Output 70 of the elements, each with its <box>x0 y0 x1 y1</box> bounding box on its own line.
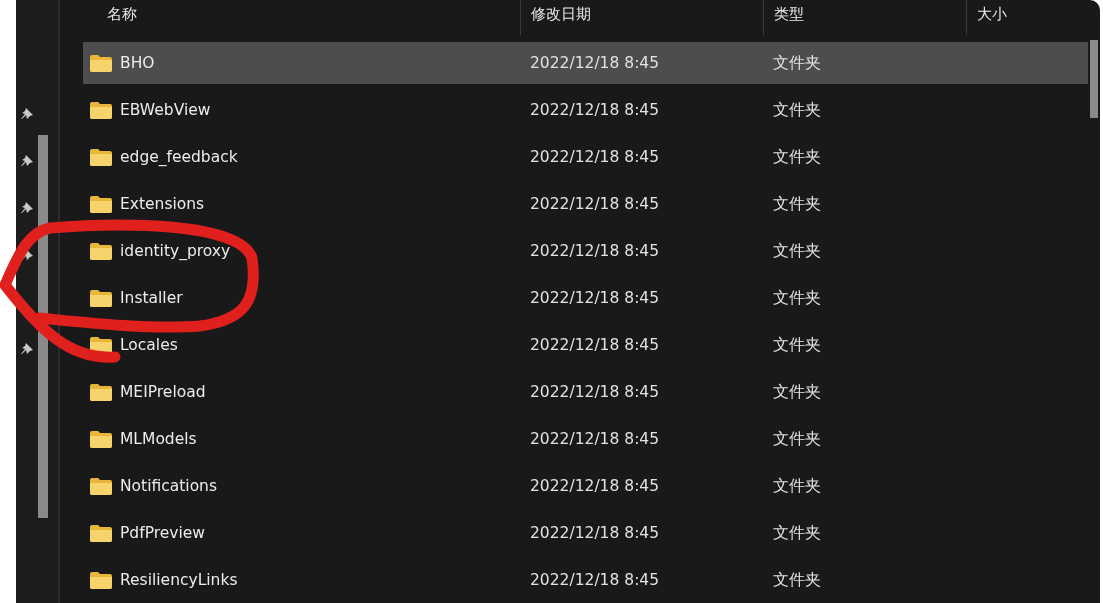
file-row[interactable]: identity_proxy 2022/12/18 8:45 文件夹 <box>83 230 1088 272</box>
file-row[interactable]: BHO 2022/12/18 8:45 文件夹 <box>83 42 1088 84</box>
folder-icon <box>90 148 112 166</box>
pin-icon[interactable] <box>21 154 33 167</box>
file-type: 文件夹 <box>772 569 822 591</box>
file-type: 文件夹 <box>772 381 822 403</box>
file-type: 文件夹 <box>772 146 822 168</box>
file-name: MLModels <box>120 430 197 448</box>
file-type: 文件夹 <box>772 334 822 356</box>
file-type: 文件夹 <box>772 475 822 497</box>
folder-icon <box>90 430 112 448</box>
column-header[interactable]: 大小 <box>966 0 1100 35</box>
modified-date: 2022/12/18 8:45 <box>529 571 661 589</box>
folder-icon <box>90 242 112 260</box>
folder-icon <box>90 101 112 119</box>
column-header[interactable]: 名称 <box>60 0 520 35</box>
file-name: PdfPreview <box>120 524 205 542</box>
file-name: Extensions <box>120 195 205 213</box>
file-type: 文件夹 <box>772 522 822 544</box>
file-name: BHO <box>120 54 155 72</box>
file-row[interactable]: PdfPreview 2022/12/18 8:45 文件夹 <box>83 512 1088 554</box>
modified-date: 2022/12/18 8:45 <box>529 336 661 354</box>
modified-date: 2022/12/18 8:45 <box>529 148 661 166</box>
column-header[interactable]: 修改日期 <box>520 0 763 35</box>
modified-date: 2022/12/18 8:45 <box>529 477 661 495</box>
modified-date: 2022/12/18 8:45 <box>529 524 661 542</box>
folder-icon <box>90 571 112 589</box>
scrollbar-thumb[interactable] <box>1090 40 1098 118</box>
folder-icon <box>90 289 112 307</box>
folder-icon <box>90 195 112 213</box>
file-name: ResiliencyLinks <box>120 571 238 589</box>
modified-date: 2022/12/18 8:45 <box>529 54 661 72</box>
column-header[interactable]: 类型 <box>763 0 966 35</box>
file-type: 文件夹 <box>772 193 822 215</box>
file-row[interactable]: ResiliencyLinks 2022/12/18 8:45 文件夹 <box>83 559 1088 601</box>
modified-date: 2022/12/18 8:45 <box>529 383 661 401</box>
file-row[interactable]: Locales 2022/12/18 8:45 文件夹 <box>83 324 1088 366</box>
file-row[interactable]: Notifications 2022/12/18 8:45 文件夹 <box>83 465 1088 507</box>
modified-date: 2022/12/18 8:45 <box>529 101 661 119</box>
file-name: MEIPreload <box>120 383 206 401</box>
file-row[interactable]: MEIPreload 2022/12/18 8:45 文件夹 <box>83 371 1088 413</box>
modified-date: 2022/12/18 8:45 <box>529 289 661 307</box>
folder-icon <box>90 524 112 542</box>
file-row[interactable]: Extensions 2022/12/18 8:45 文件夹 <box>83 183 1088 225</box>
file-row[interactable]: Installer 2022/12/18 8:45 文件夹 <box>83 277 1088 319</box>
pin-icon[interactable] <box>21 201 33 214</box>
file-row[interactable]: edge_feedback 2022/12/18 8:45 文件夹 <box>83 136 1088 178</box>
folder-icon <box>90 383 112 401</box>
pin-icon[interactable] <box>21 342 33 355</box>
folder-icon <box>90 477 112 495</box>
modified-date: 2022/12/18 8:45 <box>529 430 661 448</box>
file-type: 文件夹 <box>772 99 822 121</box>
file-name: edge_feedback <box>120 148 238 166</box>
file-name: Notifications <box>120 477 217 495</box>
file-type: 文件夹 <box>772 52 822 74</box>
file-name: Locales <box>120 336 178 354</box>
folder-icon <box>90 54 112 72</box>
file-type: 文件夹 <box>772 287 822 309</box>
file-name: EBWebView <box>120 101 211 119</box>
file-type: 文件夹 <box>772 240 822 262</box>
pin-icon[interactable] <box>21 107 33 120</box>
file-row[interactable]: MLModels 2022/12/18 8:45 文件夹 <box>83 418 1088 460</box>
file-name: identity_proxy <box>120 242 231 260</box>
pin-icon[interactable] <box>21 248 33 261</box>
modified-date: 2022/12/18 8:45 <box>529 195 661 213</box>
scrollbar-thumb[interactable] <box>38 135 48 518</box>
modified-date: 2022/12/18 8:45 <box>529 242 661 260</box>
file-name: Installer <box>120 289 183 307</box>
file-type: 文件夹 <box>772 428 822 450</box>
file-row[interactable]: EBWebView 2022/12/18 8:45 文件夹 <box>83 89 1088 131</box>
